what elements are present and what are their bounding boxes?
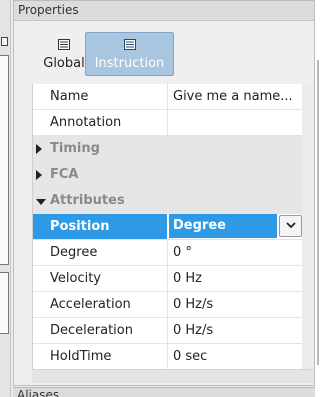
expand-arrow-icon[interactable] bbox=[36, 170, 42, 180]
aliases-panel-title[interactable]: Aliases bbox=[13, 387, 315, 397]
left-panel-edge bbox=[0, 0, 11, 397]
left-panel-frame bbox=[0, 55, 9, 265]
property-value-degree[interactable]: 0 ° bbox=[169, 240, 303, 265]
group-attributes[interactable]: Attributes bbox=[33, 188, 303, 214]
property-label: HoldTime bbox=[33, 344, 168, 369]
chevron-down-icon bbox=[285, 222, 296, 229]
horizontal-scrollbar[interactable] bbox=[32, 369, 314, 383]
position-combobox-value[interactable]: Degree bbox=[169, 214, 277, 238]
property-value-velocity[interactable]: 0 Hz bbox=[169, 266, 303, 291]
property-row-degree[interactable]: Degree 0 ° bbox=[33, 240, 303, 266]
property-value-annotation[interactable] bbox=[169, 110, 303, 135]
list-icon bbox=[58, 39, 70, 50]
property-row-annotation[interactable]: Annotation bbox=[33, 110, 303, 136]
property-row-name[interactable]: Name Give me a name... bbox=[33, 84, 303, 110]
property-label: Name bbox=[33, 84, 168, 109]
property-row-holdtime[interactable]: HoldTime 0 sec bbox=[33, 344, 303, 370]
property-label: Acceleration bbox=[33, 292, 168, 317]
property-row-position[interactable]: Position Degree bbox=[33, 214, 303, 240]
square-icon bbox=[1, 37, 8, 46]
tab-global-label: Global bbox=[43, 56, 85, 71]
property-label: Deceleration bbox=[33, 318, 168, 343]
vertical-scroll-area bbox=[302, 84, 314, 369]
group-timing[interactable]: Timing bbox=[33, 136, 303, 162]
group-label: Timing bbox=[50, 141, 100, 156]
group-fca[interactable]: FCA bbox=[33, 162, 303, 188]
property-grid: Name Give me a name... Annotation Timing… bbox=[32, 84, 303, 370]
property-value-holdtime[interactable]: 0 sec bbox=[169, 344, 303, 369]
group-label: FCA bbox=[50, 167, 79, 182]
panel-title: Properties bbox=[14, 1, 314, 21]
property-label: Position bbox=[33, 214, 168, 239]
splitter-line[interactable] bbox=[317, 60, 319, 365]
expand-arrow-icon[interactable] bbox=[36, 144, 42, 154]
property-value-acceleration[interactable]: 0 Hz/s bbox=[169, 292, 303, 317]
collapse-arrow-icon[interactable] bbox=[36, 199, 46, 205]
left-panel-frame-lower bbox=[0, 272, 9, 334]
property-row-velocity[interactable]: Velocity 0 Hz bbox=[33, 266, 303, 292]
property-value-name[interactable]: Give me a name... bbox=[169, 84, 303, 109]
right-window-edge bbox=[315, 0, 328, 397]
dropdown-button[interactable] bbox=[279, 215, 302, 237]
property-row-acceleration[interactable]: Acceleration 0 Hz/s bbox=[33, 292, 303, 318]
property-label: Degree bbox=[33, 240, 168, 265]
property-row-deceleration[interactable]: Deceleration 0 Hz/s bbox=[33, 318, 303, 344]
property-label: Annotation bbox=[33, 110, 168, 135]
property-value-deceleration[interactable]: 0 Hz/s bbox=[169, 318, 303, 343]
list-icon bbox=[123, 39, 136, 50]
properties-panel: Properties Global Instruction Name Give … bbox=[13, 0, 315, 386]
position-combobox[interactable]: Degree bbox=[169, 214, 303, 239]
tab-instruction[interactable]: Instruction bbox=[85, 32, 174, 76]
tab-instruction-label: Instruction bbox=[94, 56, 165, 71]
group-label: Attributes bbox=[50, 193, 125, 208]
property-label: Velocity bbox=[33, 266, 168, 291]
